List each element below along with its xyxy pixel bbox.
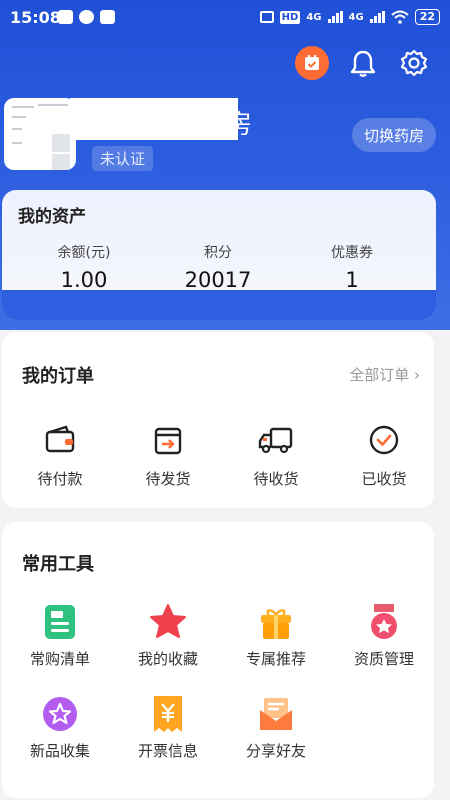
order-pending-shipment[interactable]: 待发货: [118, 420, 218, 489]
sign-in-calendar-button[interactable]: [295, 46, 329, 80]
tool-label: 分享好友: [245, 742, 306, 760]
asset-label: 余额(元): [57, 245, 111, 261]
order-label: 已收货: [361, 470, 407, 488]
all-orders-link[interactable]: 全部订单 ›: [349, 364, 420, 385]
wallet-icon: [45, 425, 75, 453]
asset-balance[interactable]: 余额(元) 1.00: [14, 242, 154, 292]
settings-button[interactable]: [397, 46, 431, 80]
store-name-redacted: [70, 98, 238, 140]
tool-share-friends[interactable]: 分享好友: [226, 694, 326, 761]
medal-icon: [371, 604, 397, 639]
notification-button[interactable]: [346, 46, 380, 80]
tool-qualification[interactable]: 资质管理: [334, 602, 434, 669]
tools-card: 常用工具 常购清单 我的收藏 专属推荐 资质管理 新品收集 开票信息 分享好友: [2, 522, 434, 798]
order-pending-payment[interactable]: 待付款: [10, 420, 110, 489]
asset-value: 1.00: [60, 268, 108, 292]
list-doc-icon: [45, 605, 75, 639]
tool-label: 资质管理: [353, 650, 414, 668]
tool-label: 常购清单: [29, 650, 90, 668]
assets-card: 我的资产 余额(元) 1.00 积分 20017 优惠券 1: [2, 190, 436, 320]
switch-pharmacy-button[interactable]: 切换药房: [352, 118, 436, 152]
tool-label: 我的收藏: [137, 650, 198, 668]
assets-title: 我的资产: [18, 207, 86, 227]
status-time: 15:08: [10, 8, 61, 27]
bell-icon: [350, 50, 376, 77]
share-mail-icon: [260, 698, 292, 730]
order-label: 待付款: [37, 470, 83, 488]
store-name-suffix: 房: [226, 110, 253, 140]
tool-recommendations[interactable]: 专属推荐: [226, 602, 326, 669]
app-notification-icon: [58, 10, 73, 24]
tool-new-products[interactable]: 新品收集: [10, 694, 110, 761]
tool-label: 专属推荐: [245, 650, 306, 668]
calendar-icon: [305, 55, 319, 70]
status-bar: 15:08 HD 4G 4G 22: [0, 0, 450, 36]
asset-label: 优惠券: [331, 245, 373, 261]
new-star-icon: [43, 697, 77, 731]
network-label-2: 4G: [348, 11, 364, 23]
star-icon: [150, 604, 186, 638]
invoice-icon: [154, 696, 182, 732]
asset-label: 积分: [204, 245, 232, 261]
gift-icon: [261, 609, 291, 639]
asset-value: 1: [345, 268, 359, 292]
tool-favorites[interactable]: 我的收藏: [118, 602, 218, 669]
gear-icon: [400, 49, 428, 77]
all-orders-label: 全部订单: [349, 366, 410, 384]
order-label: 待收货: [253, 470, 299, 488]
asset-points[interactable]: 积分 20017: [148, 242, 288, 292]
tool-invoice[interactable]: 开票信息: [118, 694, 218, 761]
signal-icon: [327, 11, 343, 23]
order-label: 待发货: [145, 470, 191, 488]
order-received[interactable]: 已收货: [334, 420, 434, 489]
battery-icon: 22: [414, 9, 440, 25]
avatar[interactable]: [4, 98, 76, 170]
network-label: 4G: [306, 11, 322, 23]
tool-frequent-list[interactable]: 常购清单: [10, 602, 110, 669]
tool-label: 开票信息: [137, 742, 198, 760]
truck-icon: [258, 427, 293, 454]
chevron-right-icon: ›: [414, 366, 420, 384]
box-arrow-icon: [154, 427, 182, 455]
tool-label: 新品收集: [29, 742, 90, 760]
asset-value: 20017: [184, 268, 252, 292]
mail-icon: [100, 10, 115, 24]
check-circle-icon: [369, 425, 399, 455]
signal-icon-2: [369, 11, 385, 23]
vibrate-icon: [259, 11, 274, 23]
orders-title: 我的订单: [22, 366, 94, 387]
wifi-icon: [391, 10, 409, 24]
assets-wave-decoration: [2, 290, 436, 320]
hd-icon: HD: [279, 10, 301, 24]
tools-title: 常用工具: [22, 554, 94, 575]
asset-coupons[interactable]: 优惠券 1: [282, 242, 422, 292]
orders-card: 我的订单 全部订单 › 待付款 待发货 待收货 已收货: [2, 332, 434, 508]
wechat-icon: [79, 10, 94, 24]
order-pending-receipt[interactable]: 待收货: [226, 420, 326, 489]
verify-status-badge[interactable]: 未认证: [92, 146, 154, 171]
